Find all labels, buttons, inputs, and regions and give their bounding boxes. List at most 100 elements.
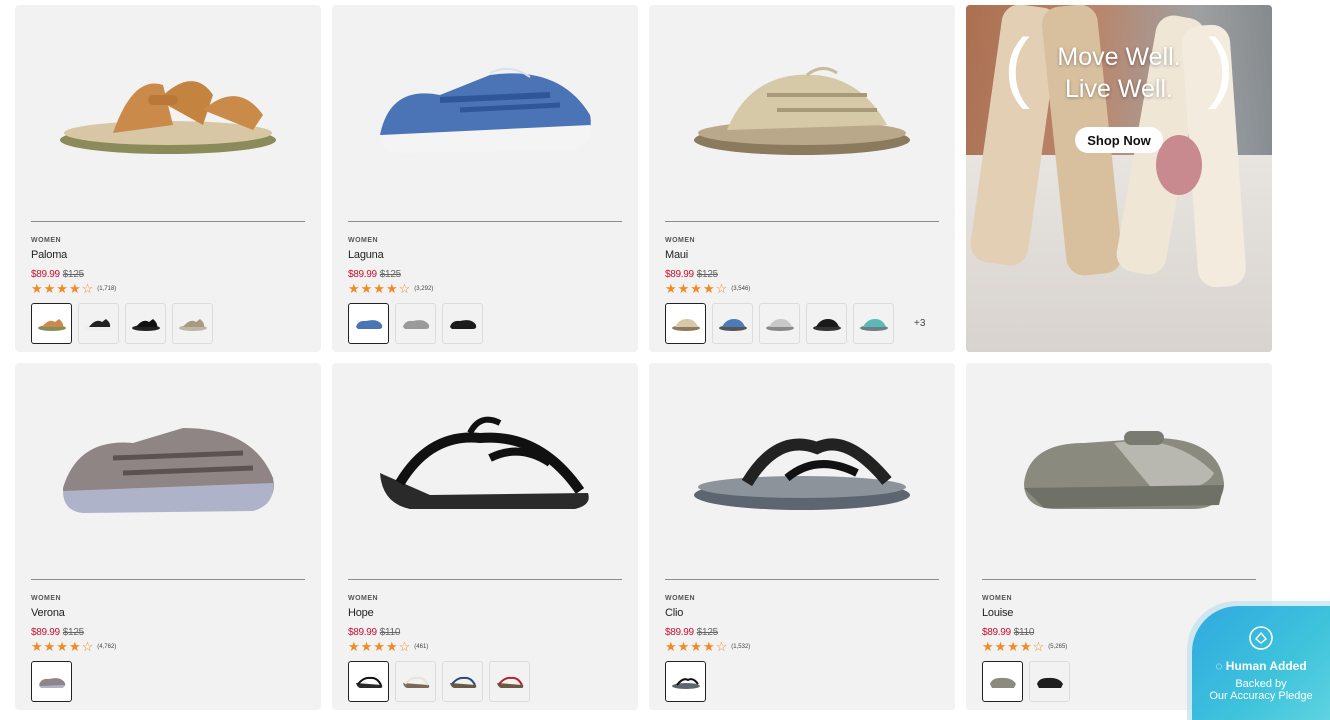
promo-banner[interactable]: ( ) Move Well. Live Well. Shop Now [966,5,1272,352]
swatch-blue[interactable] [348,303,389,344]
star-rating-icon: ★★★★☆ [348,639,412,654]
product-prices: $89.99 $110 [982,627,1034,638]
original-price: $125 [379,269,401,280]
badge-title-text: Human Added [1225,659,1307,673]
more-swatches-link[interactable]: +3 [914,318,925,329]
swatch-black[interactable] [348,661,389,702]
product-card-paloma[interactable]: WOMEN Paloma $89.99 $125 ★★★★☆ (1,718) [15,5,321,352]
divider [665,579,939,580]
badge-line-2: Our Accuracy Pledge [1209,690,1313,702]
promo-headline: Move Well. Live Well. [966,41,1272,105]
product-image[interactable] [15,363,321,573]
sale-price: $89.99 [348,627,377,638]
promo-line-2: Live Well. [1065,75,1173,103]
original-price: $110 [379,627,401,638]
product-image[interactable] [332,363,638,573]
star-rating-icon: ★★★★☆ [31,639,95,654]
sale-price: $89.99 [665,627,694,638]
swatch-white[interactable] [395,661,436,702]
swatch-grey[interactable] [982,661,1023,702]
review-count: (3,292) [414,285,434,292]
product-name[interactable]: Paloma [31,249,67,261]
product-prices: $89.99 $125 [31,627,84,638]
swatch-pewter[interactable] [31,661,72,702]
product-card-hope[interactable]: WOMEN Hope $89.99 $110 ★★★★☆ (461) [332,363,638,710]
review-count: (5,265) [1048,643,1068,650]
product-card-laguna[interactable]: WOMEN Laguna $89.99 $125 ★★★★☆ (3,292) [332,5,638,352]
swatch-red[interactable] [489,661,530,702]
swatch-black[interactable] [665,661,706,702]
sale-price: $89.99 [348,269,377,280]
swatch-teal[interactable] [853,303,894,344]
product-category: WOMEN [665,237,696,244]
product-prices: $89.99 $125 [348,269,401,280]
check-circle-icon: ◌ [1215,659,1226,673]
product-rating[interactable]: ★★★★☆ (5,265) [982,640,1067,653]
star-rating-icon: ★★★★☆ [982,639,1046,654]
color-swatches [348,303,483,344]
divider [31,579,305,580]
review-count: (3,546) [731,285,751,292]
product-category: WOMEN [348,595,379,602]
swatch-grey[interactable] [395,303,436,344]
swatch-black[interactable] [442,303,483,344]
sale-price: $89.99 [31,627,60,638]
review-count: (1,718) [97,285,117,292]
product-rating[interactable]: ★★★★☆ (4,762) [31,640,116,653]
swatch-light-grey[interactable] [759,303,800,344]
swatch-black[interactable] [1029,661,1070,702]
badge-subtitle: Backed by Our Accuracy Pledge [1192,678,1330,702]
review-count: (1,532) [731,643,751,650]
divider [982,579,1256,580]
promo-flower-bouquet [1156,135,1202,195]
product-image[interactable] [966,363,1272,573]
star-rating-icon: ★★★★☆ [665,281,729,296]
product-name[interactable]: Maui [665,249,688,261]
swatch-black-white[interactable] [78,303,119,344]
product-name[interactable]: Verona [31,607,65,619]
product-name[interactable]: Clio [665,607,683,619]
product-name[interactable]: Laguna [348,249,384,261]
product-rating[interactable]: ★★★★☆ (1,718) [31,282,116,295]
original-price: $125 [696,269,718,280]
product-image[interactable] [649,363,955,573]
product-category: WOMEN [982,595,1013,602]
shop-now-button[interactable]: Shop Now [1075,127,1163,153]
product-rating[interactable]: ★★★★☆ (3,292) [348,282,433,295]
original-price: $110 [1013,627,1035,638]
swatch-navy[interactable] [442,661,483,702]
product-card-verona[interactable]: WOMEN Verona $89.99 $125 ★★★★☆ (4,762) [15,363,321,710]
shield-check-icon [1192,625,1330,651]
human-added-badge[interactable]: ◌ Human Added Backed by Our Accuracy Pled… [1192,606,1330,720]
product-rating[interactable]: ★★★★☆ (461) [348,640,428,653]
sale-price: $89.99 [665,269,694,280]
swatch-blue[interactable] [712,303,753,344]
product-prices: $89.99 $110 [348,627,400,638]
promo-line-1: Move Well. [1057,43,1181,71]
product-rating[interactable]: ★★★★☆ (1,532) [665,640,750,653]
product-prices: $89.99 $125 [31,269,84,280]
review-count: (4,762) [97,643,117,650]
product-card-clio[interactable]: WOMEN Clio $89.99 $125 ★★★★☆ (1,532) [649,363,955,710]
product-name[interactable]: Hope [348,607,374,619]
swatch-beige[interactable] [665,303,706,344]
product-prices: $89.99 $125 [665,269,718,280]
swatch-taupe[interactable] [172,303,213,344]
color-swatches [665,661,706,702]
product-category: WOMEN [665,595,696,602]
product-image[interactable] [649,5,955,215]
product-prices: $89.99 $125 [665,627,718,638]
swatch-tan[interactable] [31,303,72,344]
swatch-black[interactable] [806,303,847,344]
star-rating-icon: ★★★★☆ [348,281,412,296]
color-swatches [348,661,530,702]
product-name[interactable]: Louise [982,607,1013,619]
swatch-black[interactable] [125,303,166,344]
product-rating[interactable]: ★★★★☆ (3,546) [665,282,750,295]
product-card-maui[interactable]: WOMEN Maui $89.99 $125 ★★★★☆ (3,546) +3 [649,5,955,352]
star-rating-icon: ★★★★☆ [665,639,729,654]
product-image[interactable] [15,5,321,215]
product-image[interactable] [332,5,638,215]
color-swatches [31,303,213,344]
original-price: $125 [696,627,718,638]
